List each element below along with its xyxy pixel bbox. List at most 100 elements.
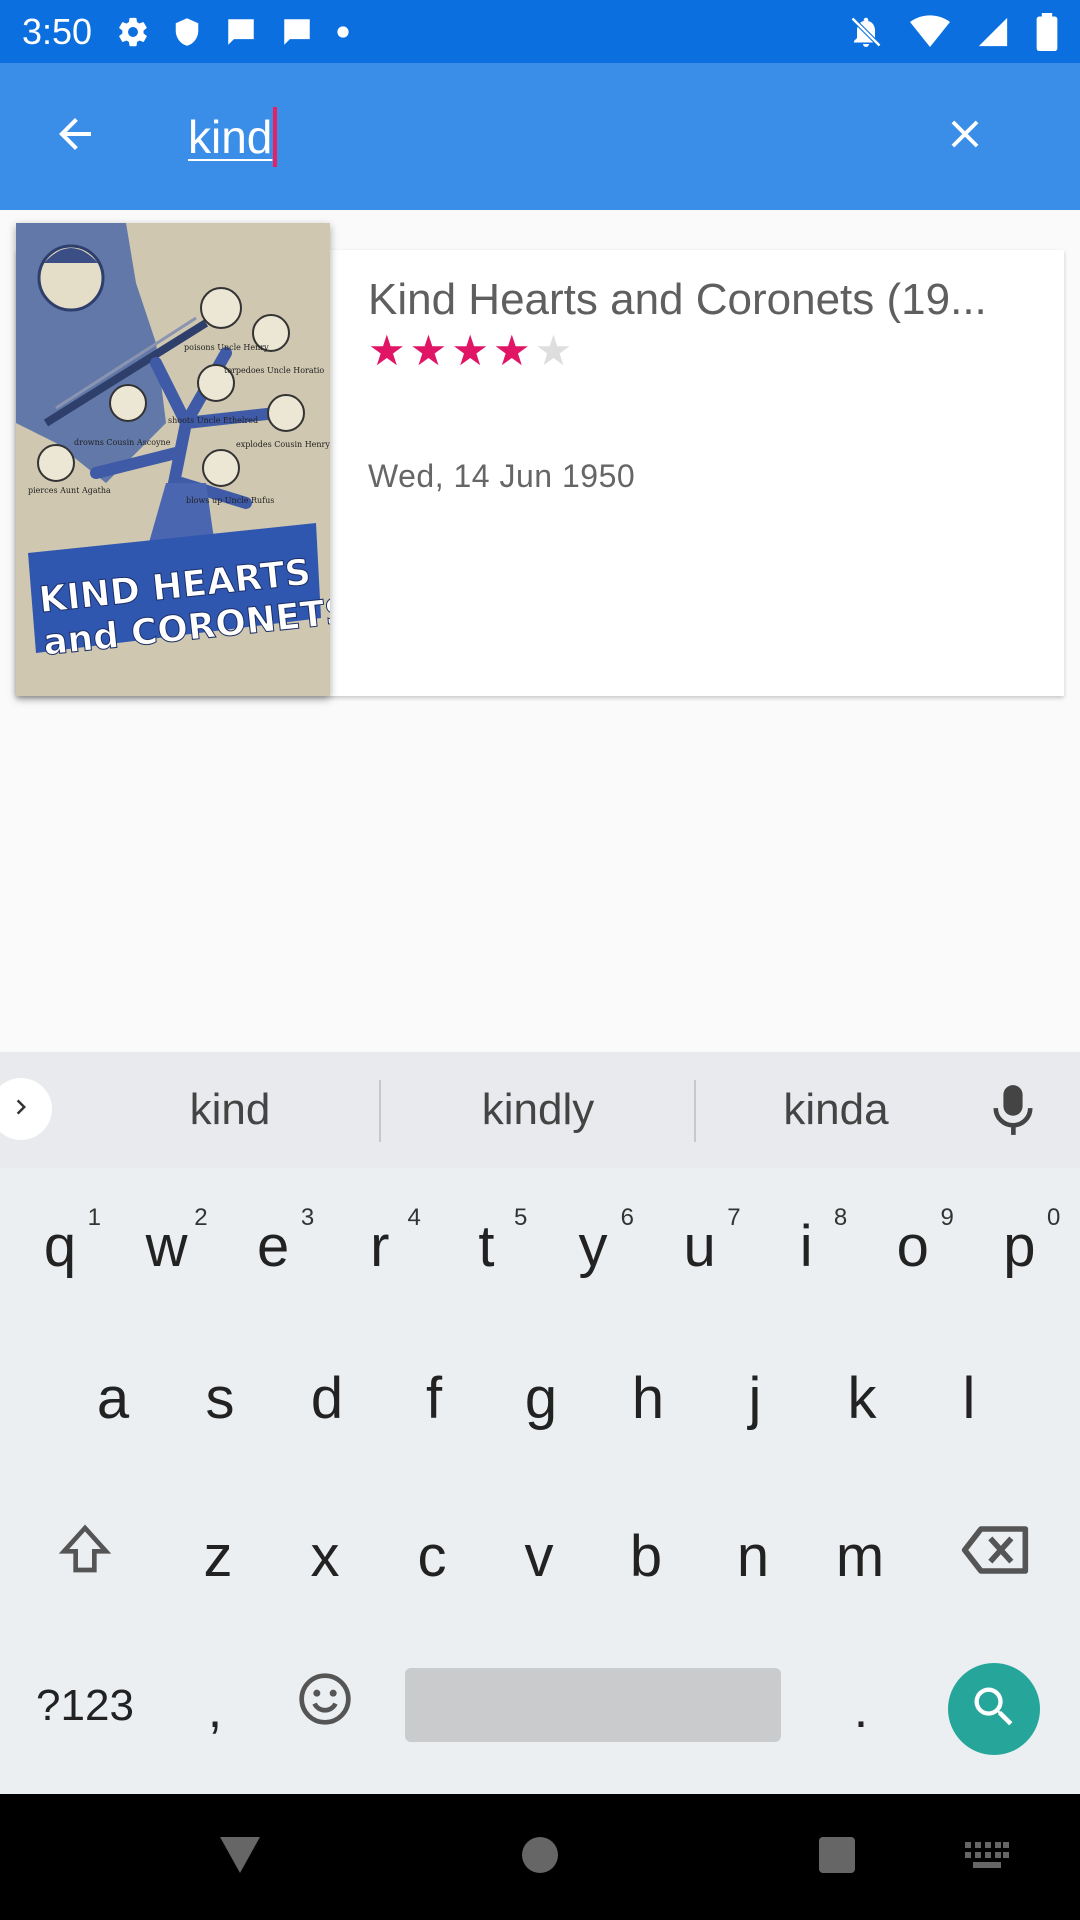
letter-key[interactable]: g [488,1328,594,1468]
key-label: n [736,1523,770,1589]
poster-caption: poisons Uncle Henry [184,343,269,352]
chevron-right-icon [6,1092,36,1127]
battery-icon [1036,12,1058,51]
poster-caption: explodes Cousin Henry [236,440,330,449]
letter-key[interactable]: z [165,1486,271,1626]
search-query: kind [188,110,273,163]
key-label: o [896,1213,929,1279]
suggestion-item[interactable]: kind [80,1052,380,1168]
key-label: q [43,1213,77,1279]
key-label: d [310,1365,344,1431]
movie-release-date: Wed, 14 Jun 1950 [368,458,636,494]
nav-back-button[interactable] [200,1794,280,1920]
letter-key[interactable]: k [809,1328,915,1468]
letter-key[interactable]: h [595,1328,701,1468]
nav-home-button[interactable] [500,1794,580,1920]
gear-icon [116,15,150,49]
letter-key[interactable]: m [807,1486,913,1626]
letter-key[interactable]: n [700,1486,806,1626]
letter-key[interactable]: a [60,1328,166,1468]
message-icon [280,15,314,49]
space-key[interactable] [405,1668,781,1742]
letter-key[interactable]: u7 [647,1176,753,1316]
key-label: v [524,1523,554,1589]
letter-key[interactable]: o9 [860,1176,966,1316]
key-label: h [631,1365,665,1431]
search-toolbar: kind [0,63,1080,210]
shield-icon [172,15,202,49]
key-number-hint: 1 [87,1204,101,1231]
message-icon [224,15,258,49]
poster-caption: drowns Cousin Ascoyne [74,438,171,447]
star-rating: ★ ★ ★ ★ ★ [368,330,572,372]
arrow-back-icon [51,110,99,163]
key-label: y [578,1213,608,1279]
nav-recents-button[interactable] [797,1794,877,1920]
suggestion-item[interactable]: kindly [381,1052,695,1168]
search-action-key[interactable] [948,1663,1040,1755]
movie-poster[interactable]: poisons Uncle Henry torpedoes Uncle Hora… [16,223,330,696]
comma-key[interactable]: , [180,1640,250,1780]
key-label: a [96,1365,130,1431]
letter-key[interactable]: e3 [220,1176,326,1316]
poster-caption: shoots Uncle Ethelred [168,416,258,425]
key-number-hint: 6 [620,1204,634,1231]
back-button[interactable] [0,63,150,210]
key-label: f [425,1365,443,1431]
backspace-icon [960,1523,1030,1590]
letter-key[interactable]: q1 [7,1176,113,1316]
symbols-key[interactable]: ?123 [20,1636,150,1776]
key-label: l [962,1365,976,1431]
letter-key[interactable]: x [272,1486,378,1626]
key-label: r [370,1213,390,1279]
letter-key[interactable]: r4 [327,1176,433,1316]
period-key[interactable]: . [826,1640,896,1780]
key-number-hint: 5 [514,1204,528,1231]
letter-key[interactable]: c [379,1486,485,1626]
key-number-hint: 2 [194,1204,208,1231]
key-number-hint: 8 [833,1204,848,1231]
expand-toolbar-button[interactable] [0,1078,52,1140]
letter-key[interactable]: y6 [540,1176,646,1316]
clear-search-button[interactable] [900,63,1030,210]
search-input[interactable]: kind [150,63,900,210]
key-label: s [205,1365,235,1431]
suggestion-item[interactable]: kinda [696,1052,976,1168]
close-icon [942,111,988,162]
star-icon: ★ [409,327,448,374]
dot-icon [336,25,350,39]
system-navigation-bar [0,1794,1080,1920]
letter-key[interactable]: l [916,1328,1022,1468]
nav-keyboard-button[interactable] [947,1794,1027,1920]
key-number-hint: 0 [1047,1204,1061,1231]
letter-key[interactable]: t5 [433,1176,539,1316]
letter-key[interactable]: i8 [753,1176,859,1316]
recents-square-icon [817,1835,857,1880]
microphone-icon [990,1085,1036,1142]
key-number-hint: 4 [407,1204,421,1231]
key-label: e [257,1213,290,1279]
letter-key[interactable]: v [486,1486,592,1626]
shift-icon [57,1521,113,1591]
letter-key[interactable]: f [381,1328,487,1468]
letter-key[interactable]: s [167,1328,273,1468]
emoji-key[interactable] [290,1636,360,1776]
star-icon: ★ [492,327,531,374]
key-number-hint: 3 [300,1204,315,1231]
key-label: i [799,1213,813,1279]
letter-key[interactable]: d [274,1328,380,1468]
letter-key[interactable]: w2 [114,1176,220,1316]
voice-input-button[interactable] [990,1082,1036,1143]
shift-key[interactable] [40,1486,130,1626]
letter-key[interactable]: b [593,1486,699,1626]
letter-key[interactable]: j [702,1328,808,1468]
key-label: p [1003,1213,1036,1279]
key-label: u [683,1213,716,1279]
key-label: j [748,1365,762,1431]
letter-key[interactable]: p0 [966,1176,1072,1316]
key-label: k [847,1365,877,1431]
text-cursor [273,106,278,167]
backspace-key[interactable] [950,1486,1040,1626]
signal-icon [976,15,1010,49]
key-label: m [835,1523,885,1589]
